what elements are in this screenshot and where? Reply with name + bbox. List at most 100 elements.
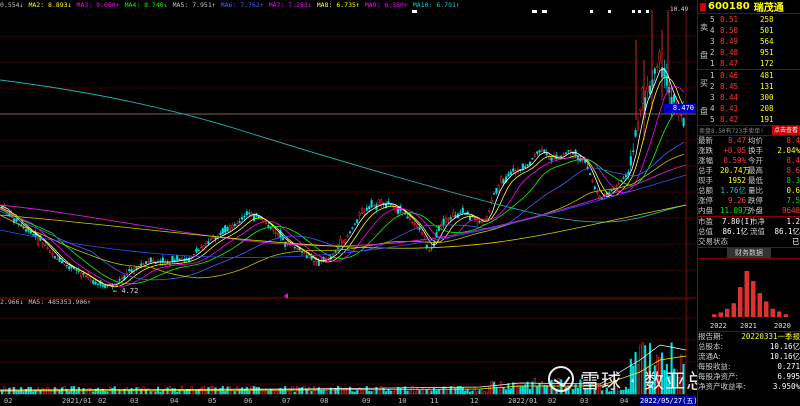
kline-chart-svg[interactable] (0, 0, 696, 406)
volume-bar (420, 387, 424, 395)
candle-body (377, 199, 380, 205)
candle-body (130, 269, 133, 273)
stat-key: 现手 (698, 176, 713, 185)
sell-label-2: 盘 (700, 50, 708, 60)
level-volume: 481 (760, 71, 774, 80)
candle-body (200, 246, 203, 249)
report-value: 3.950% (772, 382, 800, 391)
candle-body (236, 223, 239, 227)
event-marker (632, 10, 635, 13)
volume-bar (276, 390, 280, 395)
volume-bar (365, 386, 368, 395)
volume-bar (22, 391, 25, 395)
candle-body (485, 215, 488, 219)
moving-average-line (0, 101, 685, 285)
volume-bar (272, 390, 275, 395)
date-axis-label: 04 (620, 397, 629, 405)
period-low-label: ← 4.72 (113, 287, 139, 295)
ma-legend-bar: 0.554↓ MA2: 8.893↓ MA3: 9.000↑ MA4: 8.740↓ M… (0, 0, 696, 10)
candle-body (48, 250, 52, 253)
volume-bar (224, 391, 227, 395)
sell-level-row: 4 8.50 501 (710, 25, 800, 36)
volume-bar (240, 387, 244, 395)
volume-bar (56, 388, 59, 395)
candle-body (656, 65, 659, 68)
stat-value-2: 已闭市 (792, 237, 800, 246)
stat-row: 涨幅 0.59% 今开 8.4 (698, 156, 800, 166)
stat-key-2: 最低 (748, 176, 763, 185)
candle-body (346, 235, 349, 237)
candle-body (365, 207, 368, 211)
candle-body (243, 216, 246, 218)
volume-bar (543, 384, 546, 395)
candle-body (51, 253, 54, 256)
date-axis-label: 08 (320, 397, 329, 405)
candle-body (214, 236, 217, 240)
candle-body (588, 173, 592, 175)
volume-bar (327, 391, 330, 395)
candle-body (96, 283, 100, 285)
volume-bar (468, 391, 472, 395)
volume-bar (180, 385, 184, 395)
stat-value-2: 0.6 (786, 186, 800, 195)
buy-label-1: 买 (700, 79, 708, 89)
financial-data-tab[interactable]: 财务数据 (727, 248, 771, 258)
candle-body (442, 218, 445, 225)
date-axis-label: 03 (580, 397, 589, 405)
level-volume: 501 (760, 26, 774, 35)
stat-key-2: 均价 (748, 136, 763, 145)
candle-body (596, 191, 599, 194)
earnings-bar (731, 303, 736, 317)
candle-body (557, 156, 560, 158)
stat-row: 市盈 7.80(I) 市净 1.2 (698, 217, 800, 227)
kline-chart-area[interactable]: 0.554↓ MA2: 8.893↓ MA3: 9.000↑ MA4: 8.740↓ M… (0, 0, 748, 406)
stat-key: 总手 (698, 166, 713, 175)
report-key: 总股本: (698, 342, 724, 351)
volume-bar (368, 390, 371, 395)
volume-bar (377, 390, 380, 395)
candle-body (488, 210, 491, 213)
stat-key: 涨幅 (698, 156, 713, 165)
earnings-bar (751, 281, 756, 317)
date-axis-label: 05 (208, 397, 217, 405)
volume-legend-item: MA5: 485353.906↑ (28, 298, 92, 306)
volume-bar (348, 386, 352, 395)
earnings-year-label: 2020 (774, 322, 791, 330)
volume-bar (5, 389, 8, 395)
candle-body (178, 258, 181, 261)
candle-body (396, 208, 400, 214)
candle-body (180, 257, 184, 260)
stat-value: 8.47 (727, 136, 746, 145)
view-details-button[interactable]: 点击查看 (771, 126, 800, 135)
period-high-label: 10.49 (670, 6, 689, 13)
candle-body (579, 158, 582, 162)
order-alert-text: 卖盘8.50有723手卖单! (699, 128, 764, 135)
date-axis-label: 07 (282, 397, 291, 405)
volume-bar (17, 390, 20, 395)
volume-bar (516, 385, 520, 395)
ma-legend-item: MA5: 7.951↑ (172, 1, 216, 9)
candle-body (461, 207, 464, 213)
date-axis-label: 09 (362, 397, 371, 405)
volume-bar (351, 391, 354, 395)
long-ma-line (0, 79, 687, 223)
date-axis-label: 11 (430, 397, 439, 405)
level-index: 2 (710, 48, 715, 57)
candle-body (372, 205, 376, 207)
report-row: 每股净资产: 6.995 (698, 372, 800, 382)
current-date-box: 2022/05/27(五) (640, 396, 698, 406)
date-axis: 02 2021/01 02 03 04 05 06 07 08 09 10 11 12 2022/01 02… (0, 396, 696, 406)
volume-legend-item: 2.966↓ (0, 298, 24, 306)
earnings-bar (764, 301, 769, 317)
candle-body (140, 263, 143, 266)
volume-bar (389, 390, 392, 395)
volume-bar (430, 390, 433, 395)
moving-average-line (0, 76, 685, 288)
candle-body (636, 121, 640, 131)
volume-bar (68, 391, 71, 395)
candle-body (341, 239, 344, 243)
volume-bar (538, 383, 541, 395)
candle-body (209, 237, 212, 240)
stat-key: 内盘 (698, 206, 713, 215)
volume-bar (394, 389, 397, 395)
